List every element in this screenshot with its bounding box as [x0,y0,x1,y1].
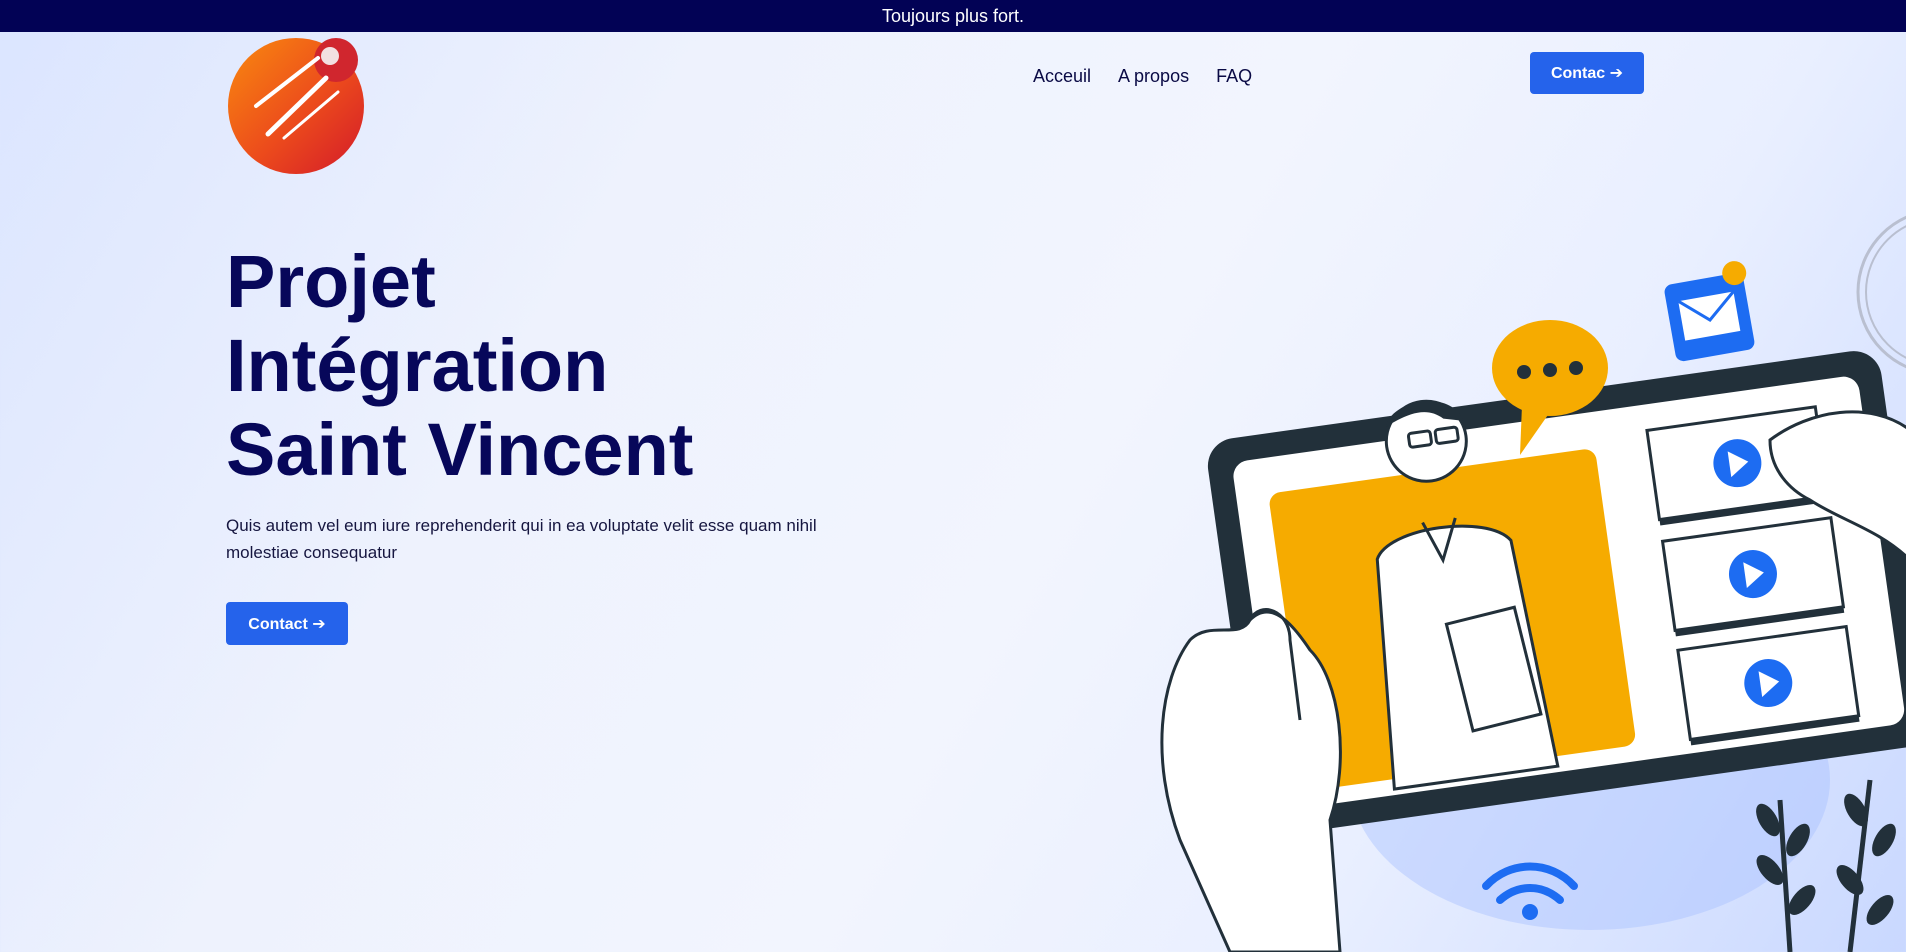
main-nav: Acceuil A propos FAQ [1033,66,1252,87]
nav-item-faq[interactable]: FAQ [1216,66,1252,87]
header-contact-button[interactable]: Contac ➔ [1530,52,1644,94]
announcement-text: Toujours plus fort. [881,5,1025,26]
hero-description: Quis autem vel eum iure reprehenderit qu… [226,516,817,562]
hero-title: Projet Intégration Saint Vincent [226,240,926,492]
site-header: Acceuil A propos FAQ Contac ➔ [0,32,1906,174]
hero-title-line-3: Saint Vincent [226,408,694,491]
nav-item-acceuil[interactable]: Acceuil [1033,66,1091,87]
logo-icon[interactable] [226,36,368,174]
hero-section: Projet Intégration Saint Vincent Quis au… [226,240,926,645]
email-icon [1664,261,1755,362]
nav-item-a-propos[interactable]: A propos [1118,66,1189,87]
hero-title-line-1: Projet [226,240,436,323]
hero-illustration [1150,200,1906,952]
announcement-bar: Toujours plus fort. [0,0,1906,32]
hero-title-line-2: Intégration [226,324,609,407]
hero-contact-button[interactable]: Contact ➔ [226,602,348,645]
